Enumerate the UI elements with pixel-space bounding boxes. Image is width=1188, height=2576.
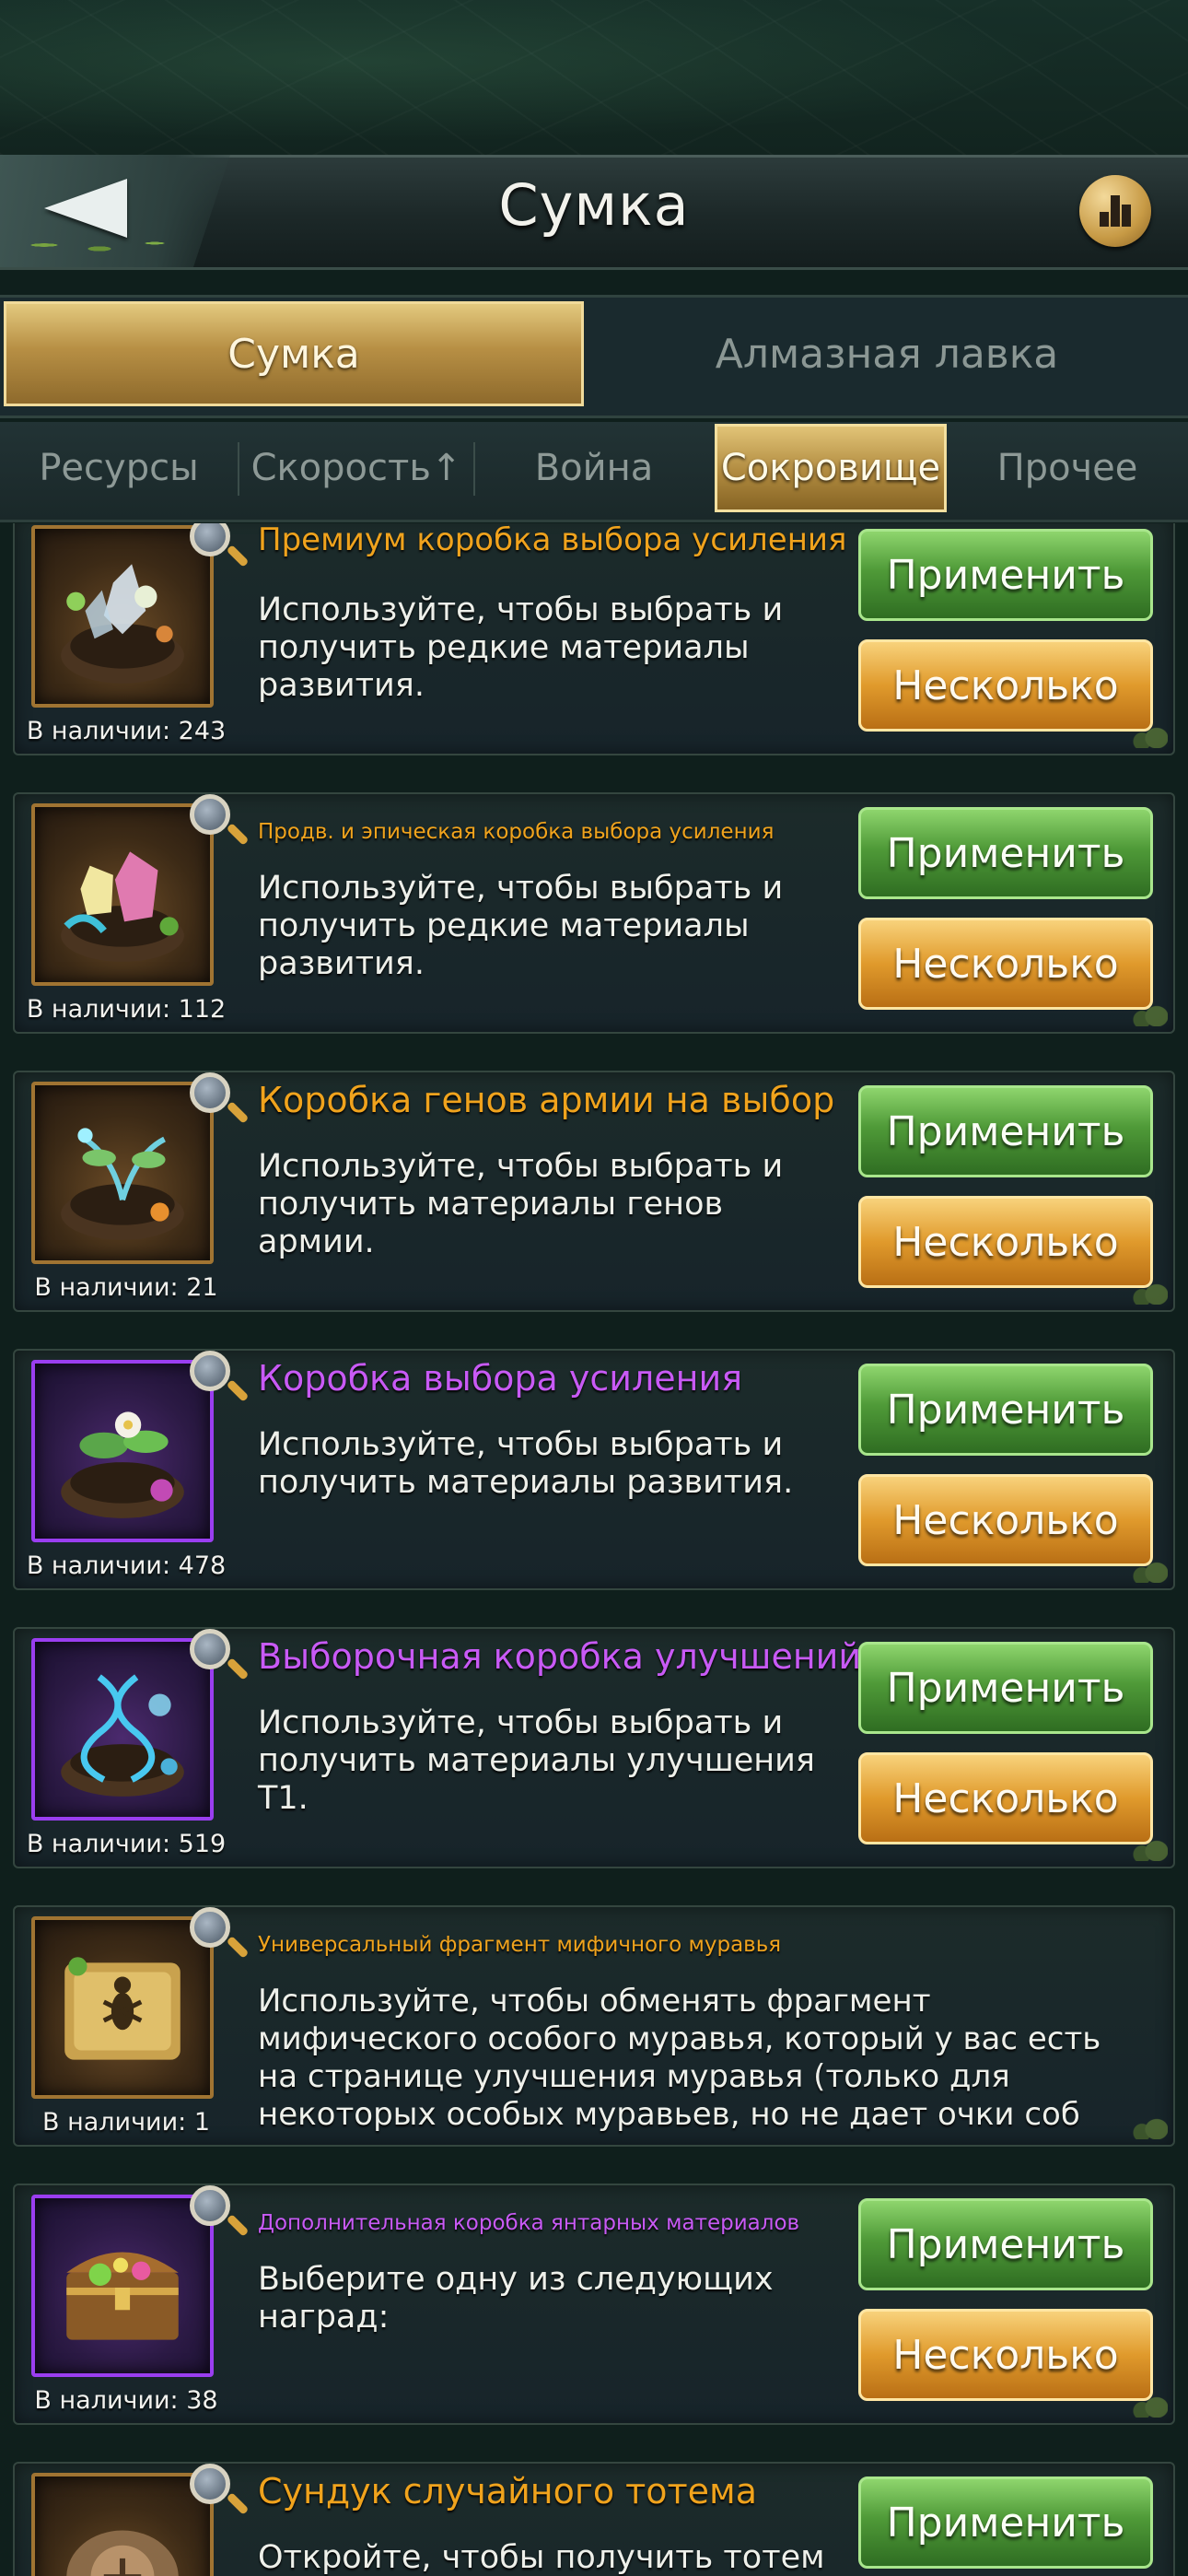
item-description: Используйте, чтобы выбрать и получить ма… xyxy=(258,1148,784,1260)
multiple-button[interactable]: Несколько xyxy=(858,1474,1153,1566)
magnifier-icon[interactable] xyxy=(190,523,230,556)
item-description: Используйте, чтобы выбрать и получить ма… xyxy=(258,1426,794,1501)
magnifier-icon[interactable] xyxy=(190,1629,230,1669)
multiple-button[interactable]: Несколько xyxy=(858,639,1153,732)
item-card: В наличии: 243 Премиум коробка выбора ус… xyxy=(13,523,1175,755)
sub-tabs: Ресурсы Скорость↑ Война Сокровище Прочее xyxy=(0,422,1188,522)
leaf-decoration xyxy=(1131,2106,1168,2139)
leaf-decoration xyxy=(1131,1271,1168,1305)
bar-chart-icon-bar xyxy=(1111,195,1120,227)
nest-crystals-icon xyxy=(61,564,184,684)
subtab-other[interactable]: Прочее xyxy=(949,424,1186,512)
item-title: Выборочная коробка улучшений xyxy=(258,1636,862,1677)
item-card: В наличии: 112 Продв. и эпическая коробк… xyxy=(13,792,1175,1034)
item-icon-frame[interactable] xyxy=(31,2473,214,2576)
multiple-button[interactable]: Несколько xyxy=(858,1752,1153,1844)
item-title: Универсальный фрагмент мифичного муравья xyxy=(258,1933,782,1957)
tab-bag[interactable]: Сумка xyxy=(4,301,584,406)
apply-button[interactable]: Применить xyxy=(858,2476,1153,2569)
apply-button[interactable]: Применить xyxy=(858,1364,1153,1456)
magnifier-icon[interactable] xyxy=(190,2464,230,2504)
item-icon-frame[interactable] xyxy=(31,1638,214,1821)
tab-diamond-shop[interactable]: Алмазная лавка xyxy=(589,301,1184,406)
item-count: В наличии: 243 xyxy=(26,717,227,745)
item-description: Используйте, чтобы обменять фрагмент миф… xyxy=(258,1983,1101,2133)
main-tabs: Сумка Алмазная лавка xyxy=(0,295,1188,418)
apply-button[interactable]: Применить xyxy=(858,1642,1153,1734)
nest-flower-icon xyxy=(61,1411,184,1518)
item-card: В наличии: 21 Коробка генов армии на выб… xyxy=(13,1071,1175,1312)
item-count: В наличии: 519 xyxy=(26,1830,227,1858)
apply-button[interactable]: Применить xyxy=(858,807,1153,899)
nest-pink-crystal-icon xyxy=(61,851,184,962)
item-title: Коробка генов армии на выбор xyxy=(258,1080,835,1120)
leaf-decoration xyxy=(1131,715,1168,748)
ant-fragment-icon xyxy=(64,1957,181,2060)
item-icon-frame[interactable] xyxy=(31,2195,214,2377)
item-description: Откройте, чтобы получить тотем xyxy=(258,2539,825,2576)
magnifier-icon[interactable] xyxy=(190,1907,230,1948)
apply-button[interactable]: Применить xyxy=(858,529,1153,621)
title-bar: Сумка xyxy=(0,155,1188,270)
treasure-chest-icon xyxy=(66,2252,179,2340)
item-title: Продв. и эпическая коробка выбора усилен… xyxy=(258,820,775,844)
item-icon-frame[interactable] xyxy=(31,1360,214,1542)
leaf-decoration xyxy=(1131,1828,1168,1861)
subtab-speed[interactable]: Скорость↑ xyxy=(239,424,473,512)
item-description: Используйте, чтобы выбрать и получить ре… xyxy=(258,591,784,704)
item-card: Сундук случайного тотема Откройте, чтобы… xyxy=(13,2462,1175,2576)
page-title: Сумка xyxy=(498,171,690,239)
item-card: В наличии: 1 Универсальный фрагмент мифи… xyxy=(13,1905,1175,2147)
top-background xyxy=(0,0,1188,155)
multiple-button[interactable]: Несколько xyxy=(858,2309,1153,2401)
totem-icon xyxy=(66,2530,179,2576)
item-card: В наличии: 38 Дополнительная коробка янт… xyxy=(13,2184,1175,2425)
subtab-resources[interactable]: Ресурсы xyxy=(0,424,238,512)
item-icon-frame[interactable] xyxy=(31,1916,214,2099)
item-description: Выберите одну из следующих наград: xyxy=(258,2261,774,2336)
item-count: В наличии: 112 xyxy=(26,995,227,1024)
nest-glow-plant-icon xyxy=(61,1128,184,1240)
item-title: Коробка выбора усиления xyxy=(258,1358,743,1399)
item-card: В наличии: 478 Коробка выбора усиления И… xyxy=(13,1349,1175,1590)
item-count: В наличии: 38 xyxy=(34,2386,218,2415)
subtab-war[interactable]: Война xyxy=(475,424,713,512)
multiple-button[interactable]: Несколько xyxy=(858,918,1153,1010)
item-title: Сундук случайного тотема xyxy=(258,2471,758,2512)
bar-chart-icon-bar xyxy=(1122,205,1131,227)
leaf-decoration xyxy=(1131,993,1168,1026)
item-count: В наличии: 478 xyxy=(26,1551,227,1580)
item-icon-frame[interactable] xyxy=(31,525,214,708)
item-description: Используйте, чтобы выбрать и получить ма… xyxy=(258,1704,815,1817)
magnifier-icon[interactable] xyxy=(190,1351,230,1391)
apply-button[interactable]: Применить xyxy=(858,2198,1153,2290)
item-title: Премиум коробка выбора усиления xyxy=(258,523,847,558)
stats-button[interactable] xyxy=(1079,175,1151,247)
nest-dna-icon xyxy=(61,1674,184,1797)
subtab-treasure[interactable]: Сокровище xyxy=(715,424,947,512)
bar-chart-icon xyxy=(1100,212,1109,227)
magnifier-icon[interactable] xyxy=(190,2185,230,2226)
leaf-decoration xyxy=(1131,1550,1168,1583)
item-list[interactable]: В наличии: 243 Премиум коробка выбора ус… xyxy=(0,523,1188,2576)
item-icon-frame[interactable] xyxy=(31,1082,214,1264)
apply-button[interactable]: Применить xyxy=(858,1085,1153,1177)
item-icon-frame[interactable] xyxy=(31,803,214,986)
item-count: В наличии: 1 xyxy=(41,2108,210,2137)
magnifier-icon[interactable] xyxy=(190,794,230,835)
item-count: В наличии: 21 xyxy=(34,1273,218,1302)
item-card: В наличии: 519 Выборочная коробка улучше… xyxy=(13,1627,1175,1868)
item-title: Дополнительная коробка янтарных материал… xyxy=(258,2211,800,2235)
multiple-button[interactable]: Несколько xyxy=(858,1196,1153,1288)
magnifier-icon[interactable] xyxy=(190,1072,230,1113)
leaf-decoration xyxy=(1131,2384,1168,2418)
item-description: Используйте, чтобы выбрать и получить ре… xyxy=(258,870,784,982)
